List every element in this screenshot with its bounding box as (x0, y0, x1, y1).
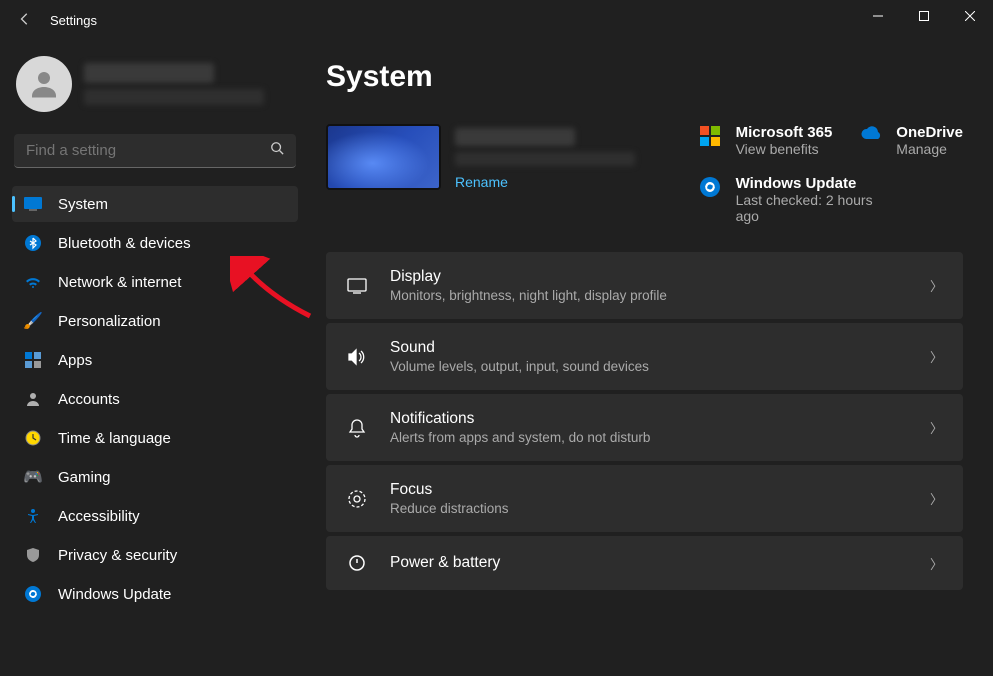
ms365-card[interactable]: Microsoft 365 View benefits (700, 124, 833, 157)
sidebar-item-apps[interactable]: Apps (12, 342, 298, 378)
status-title: Windows Update (736, 175, 896, 192)
setting-power[interactable]: Power & battery 〉 (326, 536, 963, 590)
sidebar-item-label: Accounts (58, 391, 120, 408)
profile-name-redacted (84, 63, 214, 83)
maximize-button[interactable] (901, 0, 947, 32)
sidebar-item-label: Bluetooth & devices (58, 235, 191, 252)
sidebar-item-privacy[interactable]: Privacy & security (12, 537, 298, 573)
sidebar-item-gaming[interactable]: 🎮 Gaming (12, 459, 298, 495)
content-area: System Rename M (310, 40, 993, 676)
setting-title: Display (390, 268, 908, 286)
display-icon (346, 275, 368, 297)
chevron-right-icon: 〉 (930, 347, 943, 366)
avatar (16, 56, 72, 112)
chevron-right-icon: 〉 (930, 418, 943, 437)
sidebar-item-label: System (58, 196, 108, 213)
window-controls (855, 0, 993, 40)
bell-icon (346, 417, 368, 439)
sidebar-item-update[interactable]: Windows Update (12, 576, 298, 612)
wifi-icon (24, 273, 42, 291)
rename-link[interactable]: Rename (455, 174, 635, 190)
update-status-icon (700, 177, 722, 199)
search-box[interactable] (14, 134, 296, 168)
setting-title: Sound (390, 339, 908, 357)
chevron-right-icon: 〉 (930, 554, 943, 573)
accessibility-icon (24, 507, 42, 525)
status-sub: Last checked: 2 hours ago (736, 192, 896, 224)
paintbrush-icon: 🖌️ (24, 312, 42, 330)
settings-list: Display Monitors, brightness, night ligh… (326, 252, 963, 590)
bluetooth-icon (24, 234, 42, 252)
sidebar-item-network[interactable]: Network & internet (12, 264, 298, 300)
titlebar: Settings (0, 0, 993, 40)
ms365-icon (700, 126, 722, 148)
power-icon (346, 552, 368, 574)
clock-icon (24, 429, 42, 447)
device-thumbnail (326, 124, 441, 190)
sidebar-item-system[interactable]: System (12, 186, 298, 222)
status-sub: Manage (896, 141, 963, 157)
sidebar-item-label: Windows Update (58, 586, 171, 603)
setting-title: Power & battery (390, 554, 908, 572)
onedrive-icon (860, 126, 882, 148)
back-button[interactable] (18, 12, 32, 29)
device-name-redacted (455, 128, 575, 146)
status-sub: View benefits (736, 141, 833, 157)
sidebar-item-label: Network & internet (58, 274, 181, 291)
update-card[interactable]: Windows Update Last checked: 2 hours ago (700, 175, 963, 224)
sidebar-item-label: Accessibility (58, 508, 140, 525)
update-icon (24, 585, 42, 603)
search-icon (270, 141, 284, 160)
accounts-icon (24, 390, 42, 408)
gaming-icon: 🎮 (24, 468, 42, 486)
sidebar-item-label: Gaming (58, 469, 111, 486)
setting-desc: Alerts from apps and system, do not dist… (390, 430, 908, 445)
minimize-button[interactable] (855, 0, 901, 32)
setting-title: Focus (390, 481, 908, 499)
setting-notifications[interactable]: Notifications Alerts from apps and syste… (326, 394, 963, 461)
sound-icon (346, 346, 368, 368)
setting-desc: Reduce distractions (390, 501, 908, 516)
search-input[interactable] (26, 142, 270, 159)
onedrive-card[interactable]: OneDrive Manage (860, 124, 963, 157)
status-title: Microsoft 365 (736, 124, 833, 141)
setting-focus[interactable]: Focus Reduce distractions 〉 (326, 465, 963, 532)
shield-icon (24, 546, 42, 564)
sidebar-item-label: Privacy & security (58, 547, 177, 564)
device-card[interactable]: Rename (326, 124, 635, 224)
chevron-right-icon: 〉 (930, 489, 943, 508)
sidebar-item-accessibility[interactable]: Accessibility (12, 498, 298, 534)
sidebar-item-label: Personalization (58, 313, 161, 330)
chevron-right-icon: 〉 (930, 276, 943, 295)
status-title: OneDrive (896, 124, 963, 141)
sidebar-item-label: Apps (58, 352, 92, 369)
focus-icon (346, 488, 368, 510)
apps-icon (24, 351, 42, 369)
sidebar-item-accounts[interactable]: Accounts (12, 381, 298, 417)
sidebar-item-time[interactable]: Time & language (12, 420, 298, 456)
profile-email-redacted (84, 89, 264, 105)
setting-display[interactable]: Display Monitors, brightness, night ligh… (326, 252, 963, 319)
sidebar-item-personalization[interactable]: 🖌️ Personalization (12, 303, 298, 339)
nav-list: System Bluetooth & devices Network & int… (12, 186, 298, 612)
close-button[interactable] (947, 0, 993, 32)
sidebar-item-label: Time & language (58, 430, 171, 447)
system-icon (24, 195, 42, 213)
sidebar: System Bluetooth & devices Network & int… (0, 40, 310, 676)
profile-section[interactable] (12, 50, 298, 130)
sidebar-item-bluetooth[interactable]: Bluetooth & devices (12, 225, 298, 261)
setting-desc: Monitors, brightness, night light, displ… (390, 288, 908, 303)
setting-title: Notifications (390, 410, 908, 428)
page-title: System (326, 60, 963, 94)
setting-sound[interactable]: Sound Volume levels, output, input, soun… (326, 323, 963, 390)
window-title: Settings (50, 13, 97, 28)
setting-desc: Volume levels, output, input, sound devi… (390, 359, 908, 374)
device-model-redacted (455, 152, 635, 166)
